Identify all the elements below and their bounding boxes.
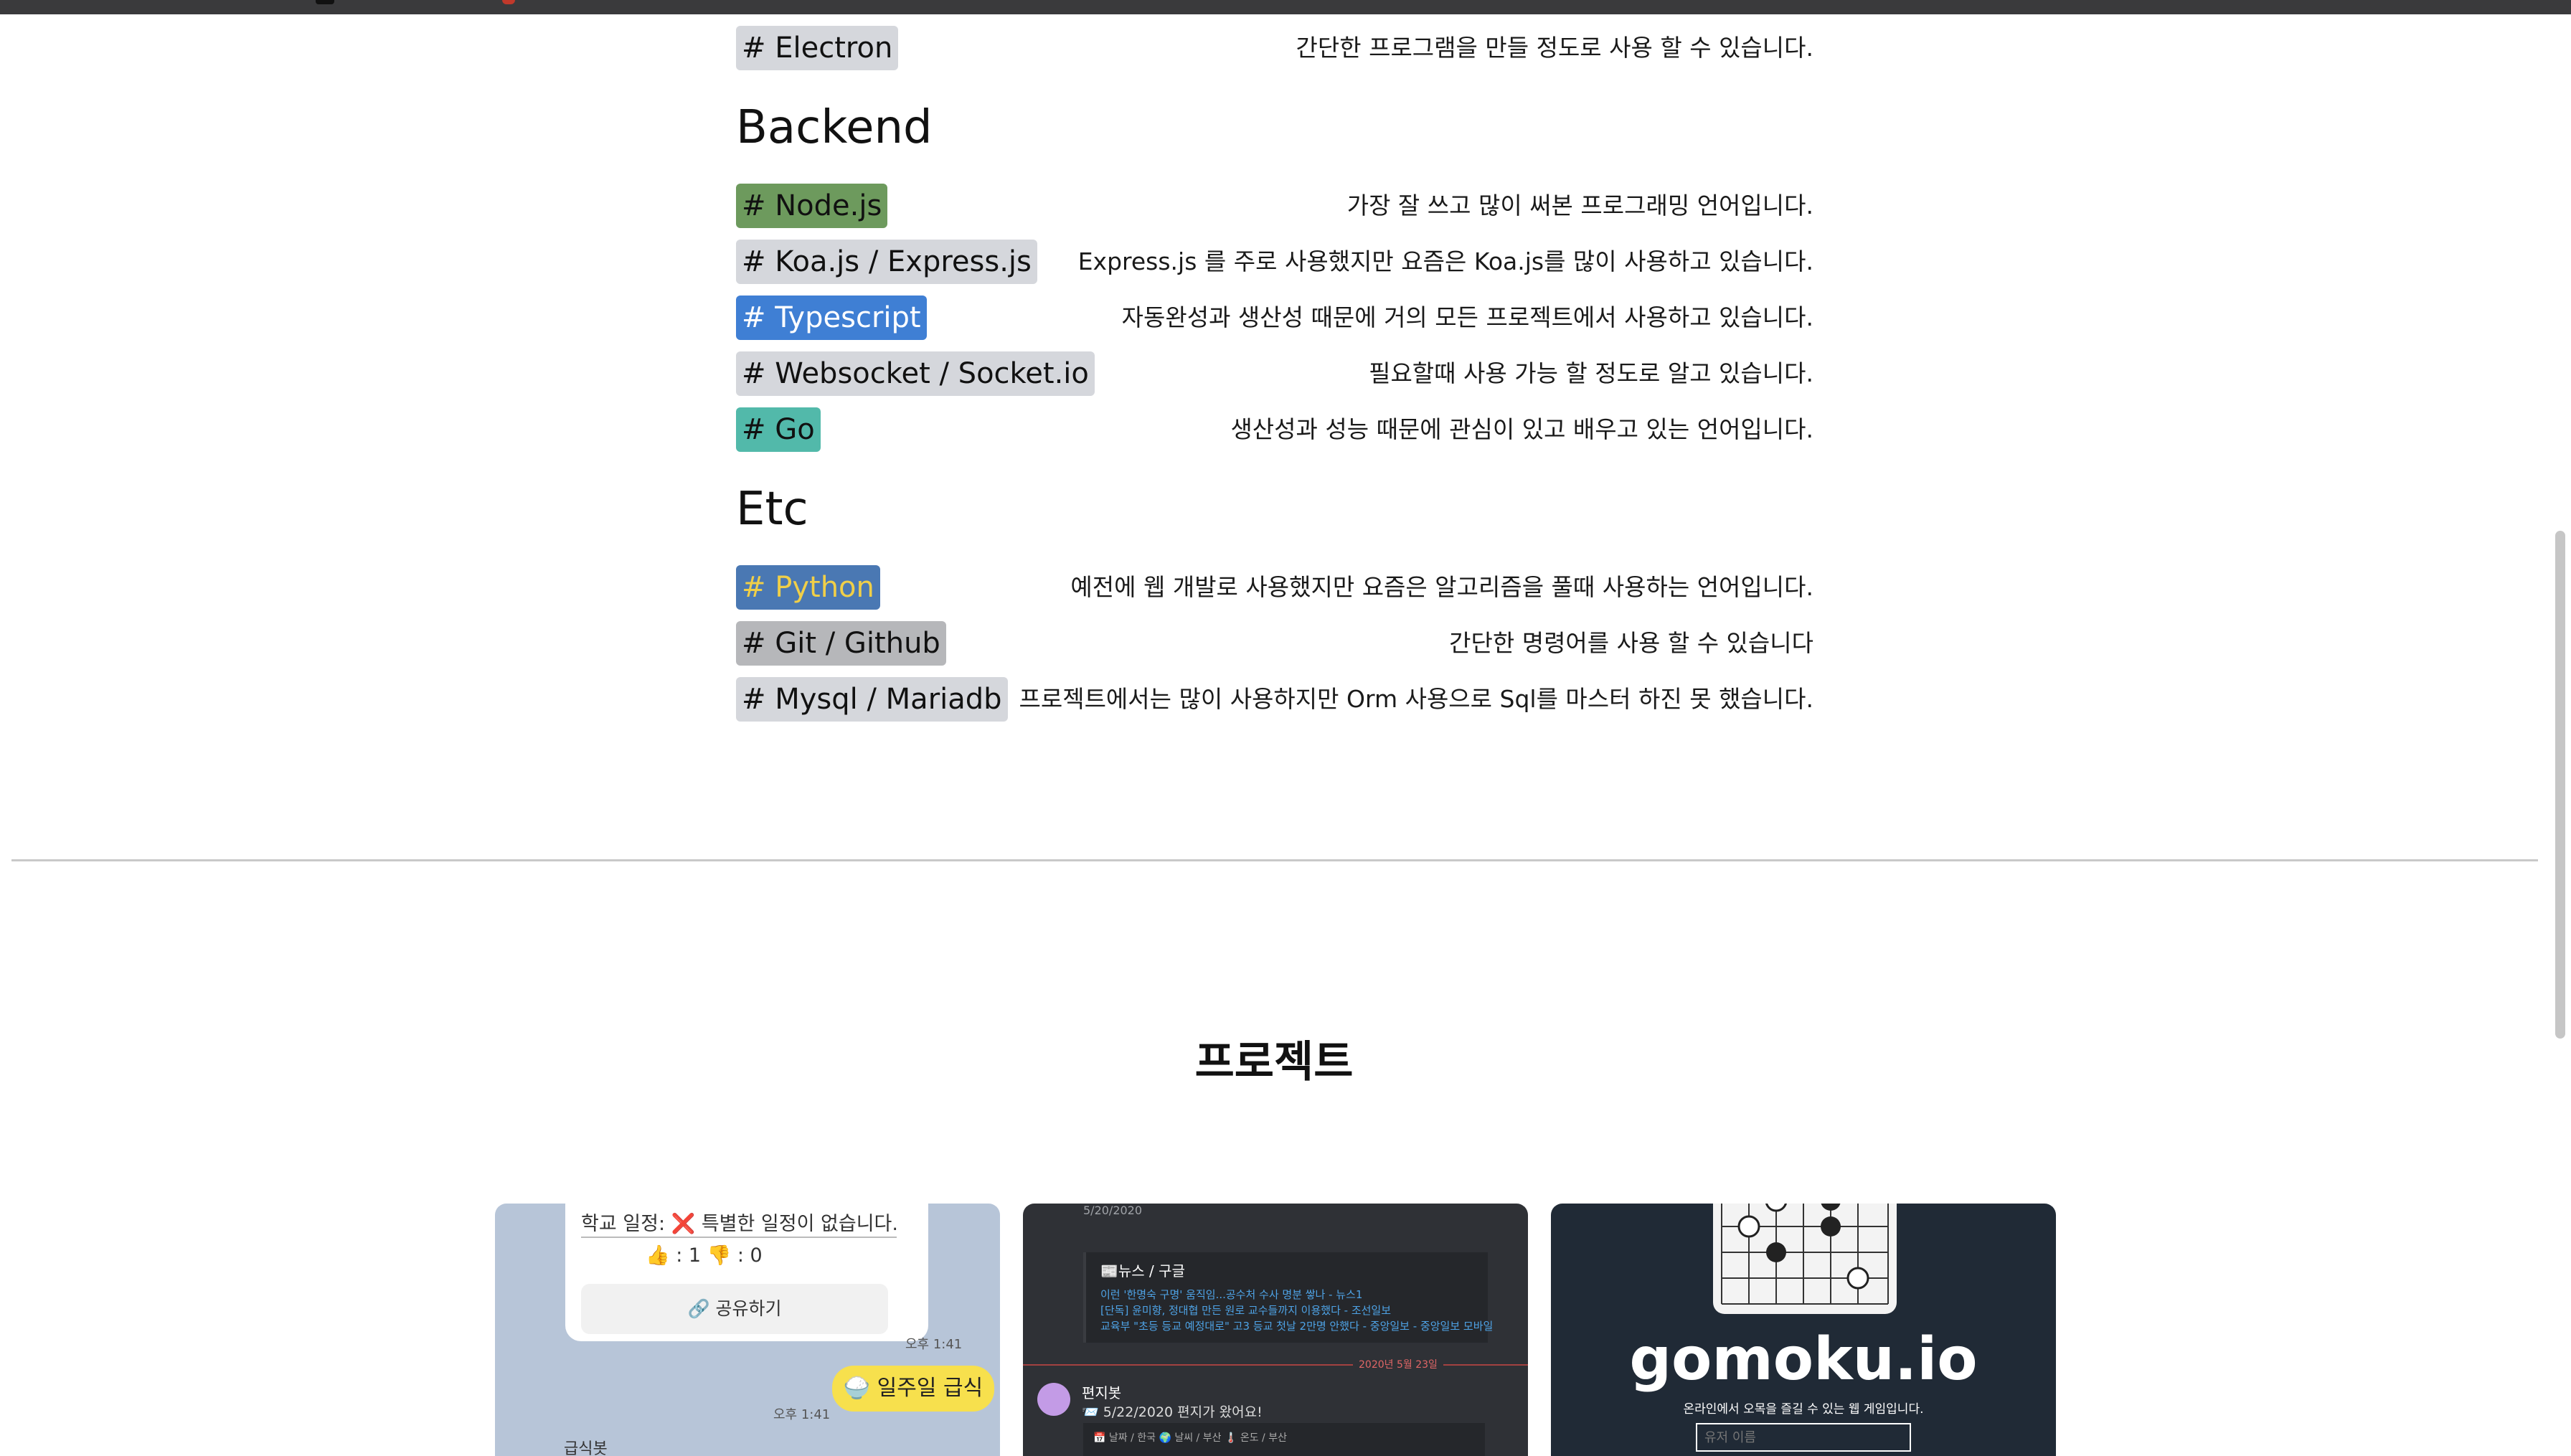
tab-icon xyxy=(316,0,334,4)
skill-row: # Electron 간단한 프로그램을 만들 정도로 사용 할 수 있습니다. xyxy=(736,26,1813,70)
tab-icon xyxy=(502,0,515,4)
skill-row: # Python 예전에 웹 개발로 사용했지만 요즘은 알고리즘을 풀때 사용… xyxy=(736,565,1813,610)
discord-embed: 📰뉴스 / 구글 이런 '한명숙 구명' 움직임...공수처 수사 명분 쌓나 … xyxy=(1083,1252,1493,1343)
bot-name: 편지봇 xyxy=(1082,1384,1122,1401)
embed-fields: 📅 날짜 / 한국 🌍 날씨 / 부산 🌡️ 온도 / 부산 xyxy=(1093,1432,1287,1444)
bot-name: 급식봇 xyxy=(564,1440,608,1456)
skill-tag: # Git / Github xyxy=(736,621,946,666)
project-card-gomoku[interactable]: gomoku.io 온라인에서 오목을 즐길 수 있는 웹 게임입니다. xyxy=(1551,1204,2056,1456)
avatar xyxy=(1037,1383,1070,1416)
skill-tag: # Python xyxy=(736,565,880,610)
skill-description: 간단한 명령어를 사용 할 수 있습니다 xyxy=(1449,629,1813,657)
skill-row: # Node.js 가장 잘 쓰고 많이 써본 프로그래밍 언어입니다. xyxy=(736,184,1813,228)
skill-tag: # Node.js xyxy=(736,184,888,228)
embed-title: 📰뉴스 / 구글 xyxy=(1100,1262,1185,1280)
section-divider xyxy=(11,859,2538,861)
section-heading-backend: Backend xyxy=(736,101,933,154)
embed-link: [단독] 윤미향, 정대협 만든 원로 교수들까지 이용했다 - 조선일보 xyxy=(1100,1304,1392,1317)
browser-top-bar xyxy=(0,0,2571,14)
share-button: 🔗 공유하기 xyxy=(581,1284,888,1334)
skill-description: 필요할때 사용 가능 할 정도로 알고 있습니다. xyxy=(1369,359,1813,387)
skill-description: 프로젝트에서는 많이 사용하지만 Orm 사용으로 Sql를 마스터 하진 못 … xyxy=(1019,685,1813,713)
chat-quick-reply: 🍚 일주일 급식 xyxy=(832,1366,994,1412)
embed-link: 이런 '한명숙 구명' 움직임...공수처 수사 명분 쌓나 - 뉴스1 xyxy=(1100,1288,1363,1301)
skill-row: # Git / Github 간단한 명령어를 사용 할 수 있습니다 xyxy=(736,621,1813,666)
skill-tag: # Electron xyxy=(736,26,899,70)
discord-message-date: 5/20/2020 xyxy=(1083,1204,1143,1217)
skill-tag: # Koa.js / Express.js xyxy=(736,240,1037,284)
username-input[interactable] xyxy=(1696,1423,1911,1452)
skill-tag: # Websocket / Socket.io xyxy=(736,351,1095,396)
date-separator-label: 2020년 5월 23일 xyxy=(1353,1357,1443,1371)
skill-tag: # Mysql / Mariadb xyxy=(736,677,1008,722)
skill-description: 예전에 웹 개발로 사용했지만 요즘은 알고리즘을 풀때 사용하는 언어입니다. xyxy=(1070,573,1813,601)
chat-timestamp: 오후 1:41 xyxy=(905,1337,963,1352)
skill-row: # Go 생산성과 성능 때문에 관심이 있고 배우고 있는 언어입니다. xyxy=(736,407,1813,452)
date-separator xyxy=(1023,1364,1528,1366)
skill-row: # Typescript 자동완성과 생산성 때문에 거의 모든 프로젝트에서 … xyxy=(736,296,1813,340)
skill-description: 자동완성과 생산성 때문에 거의 모든 프로젝트에서 사용하고 있습니다. xyxy=(1121,303,1813,331)
skill-row: # Koa.js / Express.js Express.js 를 주로 사용… xyxy=(736,240,1813,284)
project-card-letter-bot[interactable]: 5/20/2020 📰뉴스 / 구글 이런 '한명숙 구명' 움직임...공수처… xyxy=(1023,1204,1528,1456)
chat-text: 학교 일정: ❌ 특별한 일정이 없습니다. xyxy=(581,1213,898,1235)
chat-divider xyxy=(581,1237,897,1238)
scrollbar-thumb[interactable] xyxy=(2555,531,2565,1039)
skill-description: 간단한 프로그램을 만들 정도로 사용 할 수 있습니다. xyxy=(1296,34,1813,62)
skill-row: # Mysql / Mariadb 프로젝트에서는 많이 사용하지만 Orm 사… xyxy=(736,677,1813,722)
gomoku-logo-text: gomoku.io xyxy=(1629,1325,1978,1394)
discord-message: 📨 5/22/2020 편지가 왔어요! xyxy=(1082,1404,1263,1420)
section-heading-etc: Etc xyxy=(736,483,808,536)
projects-heading: 프로젝트 xyxy=(1194,1037,1354,1087)
skill-description: 가장 잘 쓰고 많이 써본 프로그래밍 언어입니다. xyxy=(1346,192,1813,219)
skill-tag: # Typescript xyxy=(736,296,927,340)
chat-timestamp: 오후 1:41 xyxy=(773,1407,831,1422)
skill-description: 생산성과 성능 때문에 관심이 있고 배우고 있는 언어입니다. xyxy=(1230,415,1813,443)
chat-reactions: 👍 : 1 👎 : 0 xyxy=(646,1244,763,1267)
embed-link: 교육부 "초등 등교 예정대로" 고3 등교 첫날 2만명 안했다 - 중앙일보… xyxy=(1100,1320,1494,1333)
gomoku-subtitle: 온라인에서 오목을 즐길 수 있는 웹 게임입니다. xyxy=(1683,1402,1924,1417)
skill-row: # Websocket / Socket.io 필요할때 사용 가능 할 정도로… xyxy=(736,351,1813,396)
skill-description: Express.js 를 주로 사용했지만 요즘은 Koa.js를 많이 사용하… xyxy=(1077,247,1813,275)
skill-tag: # Go xyxy=(736,407,821,452)
discord-embed: 📅 날짜 / 한국 🌍 날씨 / 부산 🌡️ 온도 / 부산 xyxy=(1083,1423,1485,1456)
gomoku-board-icon xyxy=(1713,1204,1897,1314)
project-card-meal-bot[interactable]: 학교 일정: ❌ 특별한 일정이 없습니다. 👍 : 1 👎 : 0 🔗 공유하… xyxy=(495,1204,1000,1456)
